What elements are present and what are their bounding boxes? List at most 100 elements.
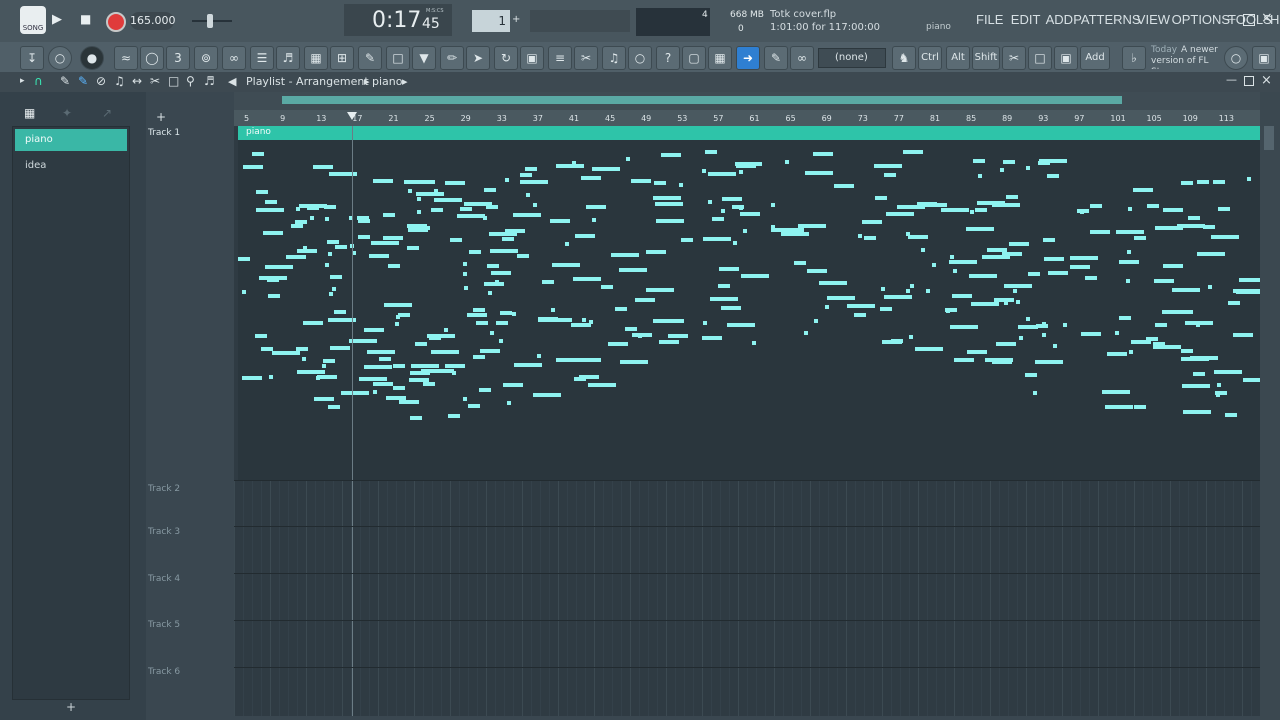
- piano-roll-view-icon[interactable]: ▦: [24, 106, 35, 120]
- add-track-icon[interactable]: +: [156, 110, 166, 124]
- typing-keyboard-icon[interactable]: ≈: [114, 46, 138, 70]
- breadcrumb-arrow-icon[interactable]: ◀: [228, 75, 236, 88]
- play-button[interactable]: ▶: [52, 12, 68, 28]
- add-button[interactable]: Add: [1080, 46, 1110, 70]
- step-snap-display[interactable]: [530, 10, 630, 32]
- piano-clip[interactable]: piano: [238, 126, 1260, 480]
- menu-edit[interactable]: EDIT: [1011, 12, 1041, 27]
- menu-patterns[interactable]: PATTERNS: [1073, 12, 1140, 27]
- playlist-icon[interactable]: ☰: [250, 46, 274, 70]
- brush-icon[interactable]: ✏: [440, 46, 464, 70]
- track-6-name[interactable]: Track 6: [148, 667, 180, 677]
- news-text[interactable]: A newer version of FL Stu...: [1151, 45, 1223, 69]
- cart-icon[interactable]: ▣: [1252, 46, 1276, 70]
- delete-tool-icon[interactable]: ⊘: [96, 74, 106, 88]
- scissors-icon[interactable]: ✂: [1002, 46, 1026, 70]
- menu-add[interactable]: ADD: [1046, 12, 1073, 27]
- pattern-add-icon[interactable]: +: [512, 14, 520, 25]
- channel-selector[interactable]: (none): [818, 48, 886, 68]
- track-5-name[interactable]: Track 5: [148, 620, 180, 630]
- metronome-icon[interactable]: ○: [48, 46, 72, 70]
- arrow-icon[interactable]: ➤: [466, 46, 490, 70]
- pattern-selector[interactable]: 1: [472, 10, 510, 32]
- sliders-icon[interactable]: ≡: [548, 46, 572, 70]
- browser-icon[interactable]: ✎: [358, 46, 382, 70]
- track-2-name[interactable]: Track 2: [148, 484, 180, 494]
- pencil-icon[interactable]: ✎: [764, 46, 788, 70]
- master-pitch-knob[interactable]: [207, 14, 213, 28]
- magnet-icon[interactable]: ∩: [34, 74, 43, 88]
- breadcrumb-pattern[interactable]: piano: [372, 75, 402, 88]
- horizontal-scrollbar[interactable]: [234, 92, 1260, 110]
- track-3-name[interactable]: Track 3: [148, 527, 180, 537]
- piano-roll-icon[interactable]: ♬: [276, 46, 300, 70]
- link-icon[interactable]: ∞: [790, 46, 814, 70]
- wait-for-input-icon[interactable]: ◯: [140, 46, 164, 70]
- chat-icon[interactable]: ○: [628, 46, 652, 70]
- save-icon[interactable]: ↧: [20, 46, 44, 70]
- stop-button[interactable]: ■: [80, 12, 94, 26]
- ctrl-key[interactable]: Ctrl: [918, 46, 942, 70]
- countdown-icon[interactable]: 3: [166, 46, 190, 70]
- scroll-thumb[interactable]: [282, 96, 1122, 104]
- cut-icon[interactable]: ✂: [574, 46, 598, 70]
- mixer-icon[interactable]: ⊞: [330, 46, 354, 70]
- playlist-maximize-icon[interactable]: [1244, 76, 1254, 86]
- record-button[interactable]: [106, 12, 126, 32]
- step-edit-icon[interactable]: ⊚: [194, 46, 218, 70]
- refresh-icon[interactable]: ↻: [494, 46, 518, 70]
- add-pattern-icon[interactable]: +: [66, 700, 76, 714]
- touch-slider-icon[interactable]: ♭: [1122, 46, 1146, 70]
- pattern-item-piano[interactable]: piano: [15, 129, 127, 151]
- forward-arrow-icon[interactable]: ➜: [736, 46, 760, 70]
- minimize-window-icon[interactable]: —: [1226, 14, 1236, 26]
- mute-tool-icon[interactable]: ♫: [114, 74, 125, 88]
- clip-header[interactable]: piano: [238, 126, 1260, 140]
- timeline-ruler[interactable]: 5 9 13 17 21 25 29 33 37 41 45 49 53 57 61 65 69 73 77 81 85…: [234, 110, 1260, 127]
- menu-options[interactable]: OPTIONS: [1172, 12, 1231, 27]
- track-4-name[interactable]: Track 4: [148, 574, 180, 584]
- track-1-name[interactable]: Track 1: [148, 128, 180, 138]
- slip-tool-icon[interactable]: ↔: [132, 74, 142, 88]
- zoom-tool-icon[interactable]: ⚲: [186, 74, 195, 88]
- master-volume-knob-icon[interactable]: ●: [80, 46, 104, 70]
- project-browser-icon[interactable]: □: [386, 46, 410, 70]
- note-block: [826, 296, 855, 301]
- vertical-scrollbar[interactable]: [1260, 92, 1280, 720]
- keyboard-icon[interactable]: ▦: [708, 46, 732, 70]
- vertical-scroll-thumb[interactable]: [1264, 126, 1274, 150]
- alt-key[interactable]: Alt: [946, 46, 970, 70]
- playlist-close-icon[interactable]: ×: [1261, 73, 1272, 88]
- pencil-tool-icon[interactable]: ✎: [60, 74, 70, 88]
- copy-icon[interactable]: □: [1028, 46, 1052, 70]
- playhead-marker-icon[interactable]: [347, 112, 357, 120]
- paint-tool-icon[interactable]: ✎: [78, 74, 88, 88]
- globe-icon[interactable]: ○: [1224, 46, 1248, 70]
- playlist-minimize-icon[interactable]: —: [1226, 73, 1237, 86]
- paste-icon[interactable]: ▣: [1054, 46, 1078, 70]
- disk-icon[interactable]: ▣: [520, 46, 544, 70]
- song-mode-button[interactable]: SONG: [20, 6, 46, 34]
- menu-file[interactable]: FILE: [976, 12, 1003, 27]
- plugin-picker-icon[interactable]: ▼: [412, 46, 436, 70]
- menu-view[interactable]: VIEW: [1137, 12, 1170, 27]
- template-icon[interactable]: ▢: [682, 46, 706, 70]
- stamp-icon[interactable]: ♞: [892, 46, 916, 70]
- close-window-icon[interactable]: ×: [1261, 10, 1273, 26]
- pattern-item-idea[interactable]: idea: [15, 155, 127, 177]
- slice-tool-icon[interactable]: ✂: [150, 74, 160, 88]
- help-icon[interactable]: ?: [656, 46, 680, 70]
- automation-view-icon[interactable]: ↗: [102, 106, 112, 120]
- maximize-window-icon[interactable]: [1243, 14, 1255, 26]
- tempo-display[interactable]: 165.000: [130, 12, 176, 30]
- select-tool-icon[interactable]: □: [168, 74, 179, 88]
- shift-key[interactable]: Shift: [972, 46, 1000, 70]
- speaker-tool-icon[interactable]: ♬: [204, 74, 215, 88]
- loop-record-icon[interactable]: ∞: [222, 46, 246, 70]
- note-block: [417, 209, 422, 214]
- microphone-icon[interactable]: ♫: [602, 46, 626, 70]
- arrangement-grid[interactable]: piano: [234, 126, 1260, 716]
- audio-clips-view-icon[interactable]: ✦: [62, 106, 72, 120]
- channel-rack-icon[interactable]: ▦: [304, 46, 328, 70]
- menu-arrow-icon[interactable]: ▸: [20, 76, 25, 86]
